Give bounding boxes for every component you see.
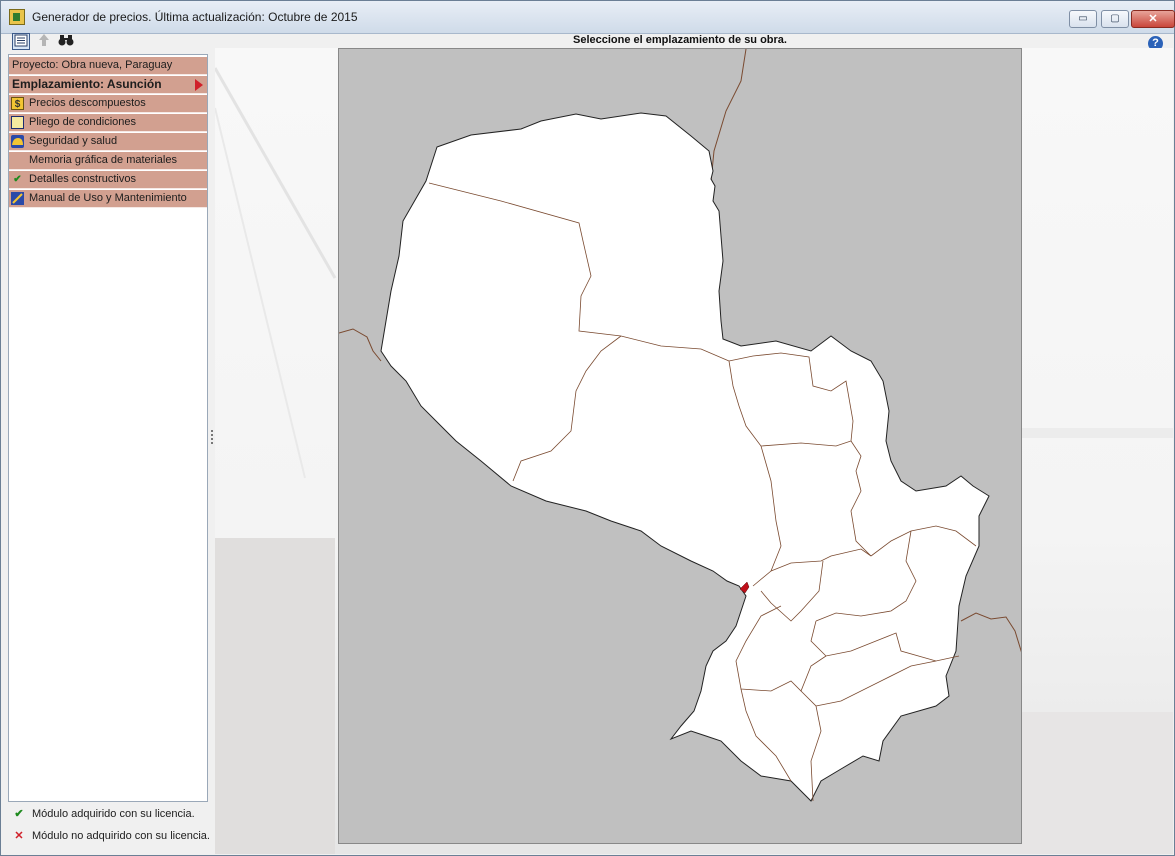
sidebar-item-manual[interactable]: Manual de Uso y Mantenimiento [9,190,207,208]
map-frame[interactable] [338,48,1022,844]
legend-not-acquired-text: Módulo no adquirido con su licencia. [32,830,210,842]
app-icon [9,9,25,25]
sidebar-item-label: Detalles constructivos [29,173,136,185]
sidebar-item-label: Manual de Uso y Mantenimiento [29,192,187,204]
paraguay-land[interactable] [380,112,990,802]
cross-icon: ✕ [14,830,24,842]
project-label: Proyecto: Obra nueva, Paraguay [12,59,173,71]
play-arrow-icon[interactable] [195,79,203,91]
sidebar-item-label: Seguridad y salud [29,135,118,147]
helmet-icon [11,135,24,148]
list-view-icon [14,34,28,47]
sidebar-item-memoria[interactable]: Memoria gráfica de materiales [9,152,207,170]
map-instruction: Seleccione el emplazamiento de su obra. [573,34,787,46]
document-icon [11,116,24,129]
minimize-button[interactable]: ▭ [1069,10,1097,28]
title-bar: Generador de precios. Última actualizaci… [1,1,1175,34]
sidebar-item-pliego[interactable]: Pliego de condiciones [9,114,207,132]
sidebar-panel: Proyecto: Obra nueva, Paraguay Emplazami… [8,54,208,802]
up-arrow-button[interactable] [35,33,53,50]
sidebar-item-seguridad[interactable]: Seguridad y salud [9,133,207,151]
maximize-button[interactable]: ▢ [1101,10,1129,28]
project-row[interactable]: Proyecto: Obra nueva, Paraguay [9,57,207,75]
checkmark-icon: ✔ [14,808,24,820]
tools-icon [11,192,24,205]
legend-acquired-text: Módulo adquirido con su licencia. [32,808,195,820]
close-button[interactable]: ✕ [1131,10,1175,28]
coin-icon: $ [11,97,24,110]
sidebar-item-detalles[interactable]: ✔ Detalles constructivos [9,171,207,189]
paraguay-map[interactable] [339,49,1022,844]
sidebar-item-label: Memoria gráfica de materiales [29,154,177,166]
sidebar-item-label: Pliego de condiciones [29,116,137,128]
license-legend: ✔ Módulo adquirido con su licencia. ✕ Mó… [8,806,213,850]
search-button[interactable] [57,33,75,50]
neighbor-border-brazil [710,49,747,182]
location-label: Emplazamiento: Asunción [12,77,162,91]
neighbor-border-argentina-east [960,612,1021,653]
location-row[interactable]: Emplazamiento: Asunción [9,76,207,94]
sidebar-item-label: Precios descompuestos [29,97,146,109]
splitter-handle[interactable] [211,430,213,446]
sidebar-item-precios[interactable]: $ Precios descompuestos [9,95,207,113]
checkmark-icon: ✔ [13,174,22,185]
up-arrow-icon [39,34,49,46]
binoculars-icon [58,35,74,46]
view-toggle-button[interactable] [12,33,30,50]
window-title: Generador de precios. Última actualizaci… [32,10,358,24]
neighbor-border-argentina-west [339,328,382,362]
